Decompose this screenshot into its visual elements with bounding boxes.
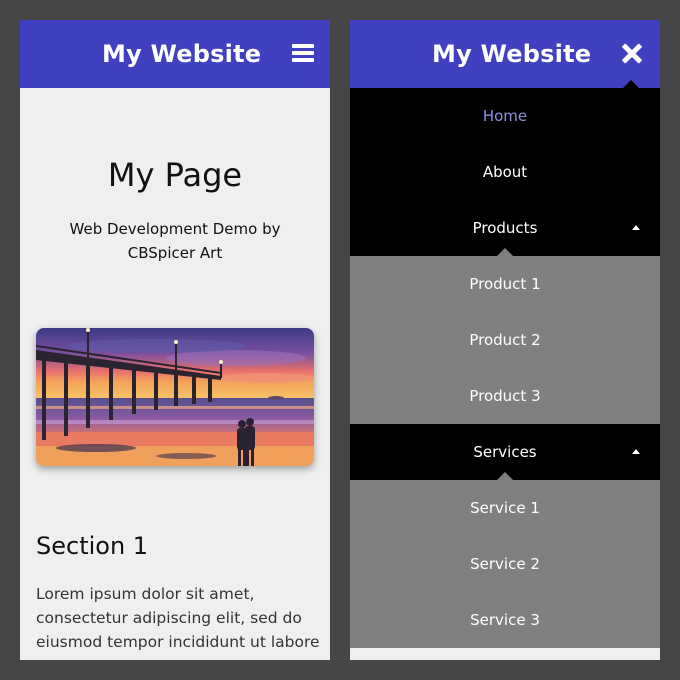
caret-up-icon[interactable] — [632, 225, 640, 230]
site-title[interactable]: My Website — [432, 20, 591, 88]
nav-item-home[interactable]: Home — [350, 80, 660, 144]
nav-item-label: Home — [482, 107, 528, 125]
section-body-text: Lorem ipsum dolor sit amet, consectetur … — [36, 585, 320, 651]
nav-item-about[interactable]: About — [350, 144, 660, 200]
site-header: My Website — [20, 20, 330, 88]
submenu-item-label: Product 2 — [469, 331, 541, 349]
submenu-item-label: Product 1 — [469, 275, 541, 293]
submenu-item-label: Service 3 — [470, 611, 540, 629]
submenu-item-service-3[interactable]: Service 3 — [350, 592, 660, 648]
menu-pointer — [623, 80, 639, 88]
submenu-item-product-1[interactable]: Product 1 — [350, 248, 660, 312]
submenu-item-label: Service 2 — [470, 555, 540, 573]
site-title[interactable]: My Website — [102, 20, 261, 88]
caret-up-icon[interactable] — [632, 449, 640, 454]
submenu-item-product-2[interactable]: Product 2 — [350, 312, 660, 368]
mobile-page-view: My Website My Page Web Development Demo … — [20, 20, 330, 660]
submenu-item-label: Service 1 — [470, 499, 540, 517]
submenu-pointer — [497, 248, 513, 256]
nav-menu: Home About Products Product 1 Product 2 … — [350, 80, 660, 660]
mobile-menu-view: My Website Home About Products Product 1… — [350, 20, 660, 660]
nav-item-label: Services — [473, 443, 537, 461]
nav-item-label: Products — [472, 219, 538, 237]
site-header: My Website — [350, 20, 660, 88]
hero-image — [36, 328, 314, 466]
page-subtitle: Web Development Demo by CBSpicer Art — [69, 220, 281, 262]
section-heading: Section 1 — [36, 532, 149, 560]
page-background-strip — [350, 648, 660, 660]
submenu-item-label: Product 3 — [469, 387, 541, 405]
page-title: My Page — [107, 156, 243, 194]
nav-item-label: About — [482, 163, 528, 181]
submenu-item-service-2[interactable]: Service 2 — [350, 536, 660, 592]
hamburger-menu-icon[interactable] — [292, 44, 314, 62]
submenu-item-product-3[interactable]: Product 3 — [350, 368, 660, 424]
submenu-item-service-1[interactable]: Service 1 — [350, 472, 660, 536]
close-icon[interactable] — [622, 44, 642, 64]
pier-sunset-painting — [36, 328, 314, 466]
submenu-pointer — [497, 472, 513, 480]
